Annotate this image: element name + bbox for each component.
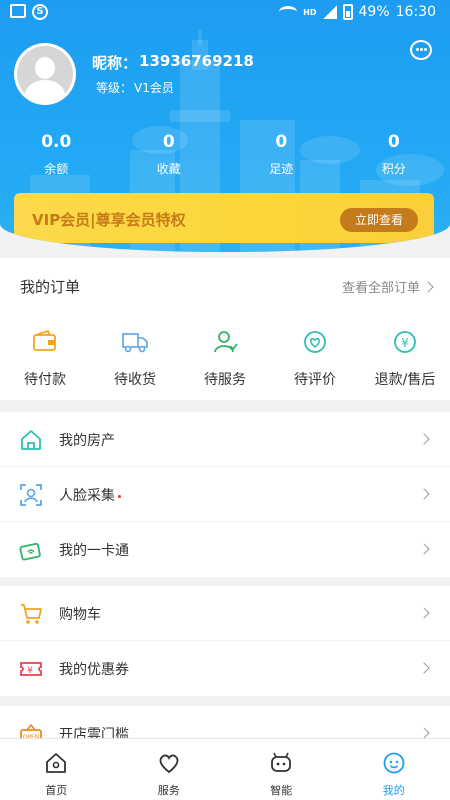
chevron-right-icon bbox=[418, 488, 430, 500]
battery-icon bbox=[342, 4, 353, 20]
member-level: 等级： V1会员 bbox=[96, 79, 174, 96]
chevron-right-icon bbox=[418, 543, 430, 555]
tab-label: 我的 bbox=[382, 784, 405, 797]
menu-item-face-capture[interactable]: 人脸采集 bbox=[0, 467, 450, 522]
tab-label: 首页 bbox=[45, 784, 68, 797]
stat-label: 收藏 bbox=[156, 162, 181, 176]
menu-group-property: 我的房产 人脸采集 我的一卡通 bbox=[0, 412, 450, 577]
order-pending-payment[interactable]: 待付款 bbox=[0, 329, 90, 389]
nickname-label: 昵称： bbox=[92, 54, 138, 72]
service-person-icon bbox=[214, 331, 238, 353]
refund-icon: ¥ bbox=[394, 331, 416, 353]
menu-item-label: 购物车 bbox=[59, 607, 101, 623]
chevron-right-icon bbox=[418, 727, 430, 739]
order-item-label: 退款/售后 bbox=[374, 372, 436, 388]
svg-text:¥: ¥ bbox=[401, 336, 409, 350]
stat-value: 0.0 bbox=[41, 132, 72, 152]
order-pending-service[interactable]: 待服务 bbox=[180, 330, 270, 389]
signal-icon bbox=[322, 5, 337, 19]
stat-value: 0 bbox=[162, 132, 175, 152]
stat-favorites[interactable]: 0 收藏 bbox=[113, 132, 226, 177]
face-capture-label: 人脸采集 bbox=[59, 488, 115, 504]
vip-view-button[interactable]: 立即查看 bbox=[340, 208, 418, 232]
wifi-icon bbox=[279, 6, 298, 18]
stat-points[interactable]: 0 积分 bbox=[338, 132, 450, 177]
message-icon[interactable] bbox=[410, 40, 432, 60]
face-scan-icon bbox=[20, 484, 42, 506]
stat-balance[interactable]: 0.0 余额 bbox=[0, 132, 113, 177]
wallet-icon bbox=[33, 329, 56, 351]
avatar[interactable] bbox=[14, 43, 76, 105]
menu-group-shopping: 购物车 ¥ 我的优惠券 bbox=[0, 586, 450, 696]
stat-value: 0 bbox=[275, 132, 288, 152]
menu-item-cart[interactable]: 购物车 bbox=[0, 586, 450, 641]
tab-label: 智能 bbox=[270, 784, 293, 797]
review-icon bbox=[304, 331, 326, 353]
nickname-value: 13936769218 bbox=[139, 52, 254, 70]
order-item-label: 待服务 bbox=[204, 372, 246, 388]
me-icon bbox=[383, 752, 405, 774]
house-icon bbox=[21, 430, 41, 450]
robot-icon bbox=[271, 752, 292, 772]
orders-section: 我的订单 查看全部订单 待付款 待收货 待服务 待评价 ¥ 退款/售后 bbox=[0, 258, 450, 400]
svg-text:¥: ¥ bbox=[27, 666, 33, 676]
orders-title: 我的订单 bbox=[20, 278, 81, 296]
order-pending-receipt[interactable]: 待收货 bbox=[90, 330, 180, 389]
tab-home[interactable]: 首页 bbox=[0, 739, 113, 800]
status-bar: S HD 49% 16:30 bbox=[0, 0, 450, 26]
menu-item-label: 我的一卡通 bbox=[59, 543, 129, 559]
chevron-right-icon bbox=[418, 662, 430, 674]
bottom-tab-bar: 首页 服务 智能 我的 bbox=[0, 738, 450, 800]
tab-service[interactable]: 服务 bbox=[113, 739, 226, 800]
new-badge-dot bbox=[118, 494, 121, 498]
chevron-right-icon bbox=[418, 433, 430, 445]
card-icon bbox=[19, 542, 41, 561]
vip-banner[interactable]: VIP会员|尊享会员特权 立即查看 bbox=[14, 193, 434, 243]
app-notification-icon: S bbox=[32, 4, 48, 20]
cart-icon bbox=[21, 604, 42, 624]
order-item-label: 待付款 bbox=[24, 372, 66, 388]
tab-label: 服务 bbox=[157, 784, 180, 797]
stat-value: 0 bbox=[387, 132, 400, 152]
view-all-orders-link[interactable]: 查看全部订单 bbox=[341, 277, 434, 296]
level-value: V1会员 bbox=[134, 81, 174, 95]
home-icon bbox=[46, 753, 67, 773]
vip-title: VIP会员|尊享会员特权 bbox=[32, 211, 186, 229]
battery-percent: 49% bbox=[358, 4, 390, 20]
stat-footprints[interactable]: 0 足迹 bbox=[225, 132, 338, 177]
nickname: 昵称： 13936769218 bbox=[92, 52, 254, 73]
truck-icon bbox=[122, 333, 148, 353]
stat-label: 余额 bbox=[44, 162, 69, 176]
clock: 16:30 bbox=[395, 4, 436, 20]
order-pending-review[interactable]: 待评价 bbox=[270, 330, 360, 389]
tab-mine[interactable]: 我的 bbox=[338, 739, 450, 800]
menu-item-my-card[interactable]: 我的一卡通 bbox=[0, 522, 450, 577]
order-item-label: 待收货 bbox=[114, 372, 156, 388]
level-label: 等级： bbox=[96, 81, 133, 95]
coupon-icon: ¥ bbox=[20, 662, 42, 676]
menu-item-label: 我的优惠券 bbox=[59, 662, 129, 678]
chevron-right-icon bbox=[418, 607, 430, 619]
menu-item-my-property[interactable]: 我的房产 bbox=[0, 412, 450, 467]
stat-label: 足迹 bbox=[269, 162, 294, 176]
default-user-icon bbox=[17, 46, 73, 102]
order-status-row: 待付款 待收货 待服务 待评价 ¥ 退款/售后 bbox=[0, 329, 450, 389]
order-item-label: 待评价 bbox=[294, 372, 336, 388]
menu-item-label: 人脸采集 bbox=[59, 485, 121, 505]
order-refund[interactable]: ¥ 退款/售后 bbox=[360, 330, 450, 389]
image-notification-icon bbox=[10, 4, 26, 18]
heart-icon bbox=[159, 754, 179, 774]
menu-item-label: 我的房产 bbox=[59, 433, 115, 449]
menu-item-coupons[interactable]: ¥ 我的优惠券 bbox=[0, 641, 450, 696]
hd-icon: HD bbox=[303, 7, 317, 17]
chevron-right-icon bbox=[422, 280, 434, 293]
tab-smart[interactable]: 智能 bbox=[225, 739, 338, 800]
stats-row: 0.0 余额 0 收藏 0 足迹 0 积分 bbox=[0, 132, 450, 177]
profile-header: S HD 49% 16:30 昵称： 13936769218 等级： V1会员 … bbox=[0, 0, 450, 252]
stat-label: 积分 bbox=[381, 162, 406, 176]
view-all-orders-label: 查看全部订单 bbox=[341, 281, 420, 296]
